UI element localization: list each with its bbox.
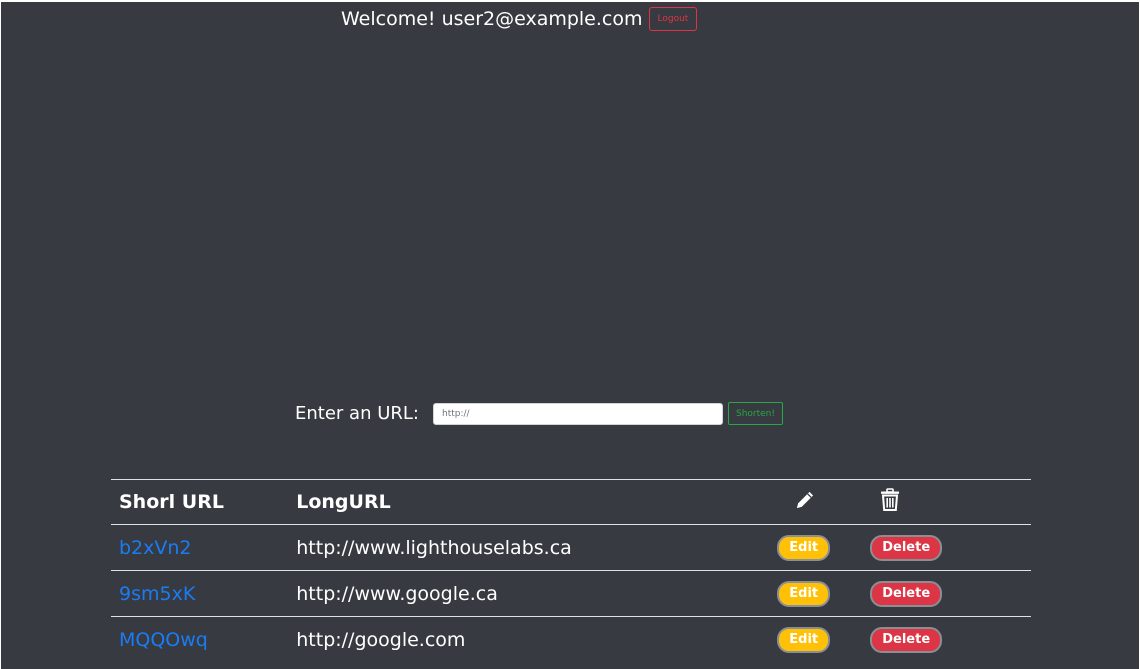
header-delete xyxy=(869,479,1015,525)
edit-cell: Edit xyxy=(762,524,870,571)
edit-cell: Edit xyxy=(762,570,870,617)
row-spacer xyxy=(1015,570,1031,617)
edit-button[interactable]: Edit xyxy=(777,581,831,607)
short-url-cell: b2xVn2 xyxy=(111,524,289,571)
short-url-link[interactable]: b2xVn2 xyxy=(119,537,192,559)
table-row: b2xVn2 http://www.lighthouselabs.ca Edit… xyxy=(111,524,1031,571)
table-row: 9sm5xK http://www.google.ca Edit Delete xyxy=(111,570,1031,617)
header-short-url: Shorl URL xyxy=(111,479,289,525)
header-edit xyxy=(762,479,870,525)
short-url-link[interactable]: 9sm5xK xyxy=(119,583,195,605)
edit-button[interactable]: Edit xyxy=(777,535,831,561)
table-row: MQQOwq http://google.com Edit Delete xyxy=(111,616,1031,662)
page: Welcome! user2@example.com Logout Enter … xyxy=(1,2,1139,669)
delete-cell: Delete xyxy=(869,570,1015,617)
shorten-form: Enter an URL: Shorten! xyxy=(295,402,783,425)
short-url-cell: 9sm5xK xyxy=(111,570,289,617)
header-spacer xyxy=(1015,479,1031,525)
url-table: Shorl URL LongURL b2xVn2 http://www.ligh… xyxy=(111,479,1031,662)
row-spacer xyxy=(1015,616,1031,662)
delete-button[interactable]: Delete xyxy=(870,535,943,561)
url-input[interactable] xyxy=(432,402,723,425)
welcome-text: Welcome! user2@example.com xyxy=(341,8,643,30)
delete-button[interactable]: Delete xyxy=(870,627,943,653)
header-long-url: LongURL xyxy=(288,479,763,525)
logout-button[interactable]: Logout xyxy=(648,7,698,31)
pencil-icon xyxy=(794,489,816,511)
row-spacer xyxy=(1015,524,1031,571)
edit-cell: Edit xyxy=(762,616,870,662)
header: Welcome! user2@example.com Logout xyxy=(341,7,698,31)
shorten-button[interactable]: Shorten! xyxy=(727,402,783,425)
long-url-cell: http://www.google.ca xyxy=(288,570,763,617)
trash-icon xyxy=(879,487,901,512)
delete-button[interactable]: Delete xyxy=(870,581,943,607)
delete-cell: Delete xyxy=(869,524,1015,571)
long-url-cell: http://www.lighthouselabs.ca xyxy=(288,524,763,571)
delete-cell: Delete xyxy=(869,616,1015,662)
table-header-row: Shorl URL LongURL xyxy=(111,479,1031,525)
url-label: Enter an URL: xyxy=(295,403,419,424)
short-url-cell: MQQOwq xyxy=(111,616,289,662)
short-url-link[interactable]: MQQOwq xyxy=(119,629,208,651)
long-url-cell: http://google.com xyxy=(288,616,763,662)
edit-button[interactable]: Edit xyxy=(777,627,831,653)
